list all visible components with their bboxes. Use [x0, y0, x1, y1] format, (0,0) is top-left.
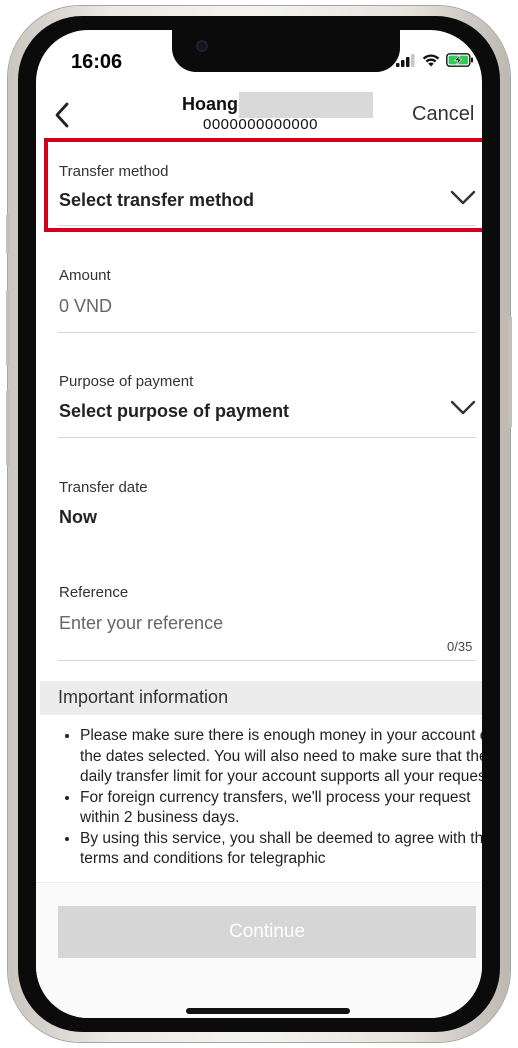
redacted-name-block [239, 92, 373, 118]
cancel-button[interactable]: Cancel [412, 103, 474, 126]
power-button [508, 316, 512, 428]
reference-label: Reference [59, 584, 129, 601]
purpose-label: Purpose of payment [59, 373, 194, 390]
volume-down-button [6, 390, 10, 466]
info-item: Please make sure there is enough money i… [80, 726, 482, 788]
amount-label: Amount [59, 267, 111, 284]
important-info-content[interactable]: Please make sure there is enough money i… [36, 720, 482, 880]
notch [172, 30, 400, 72]
volume-up-button [6, 290, 10, 366]
battery-charging-icon [446, 53, 473, 67]
chevron-down-icon [450, 400, 476, 415]
status-time: 16:06 [71, 51, 123, 73]
wifi-icon [422, 54, 440, 67]
reference-char-counter: 0/35 [447, 639, 473, 654]
phone-screen: 16:06 Hoang 0000000000000 Cancel Transfe… [36, 30, 482, 1018]
info-item: By using this service, you shall be deem… [80, 829, 482, 870]
transfer-date-label: Transfer date [59, 479, 148, 496]
scroll-fade [36, 868, 482, 882]
front-camera [196, 40, 208, 52]
purpose-of-payment-field[interactable]: Purpose of payment Select purpose of pay… [58, 360, 476, 438]
highlight-box [44, 138, 482, 232]
signal-icon [396, 53, 415, 67]
divider [58, 332, 476, 333]
back-arrow-icon[interactable] [50, 100, 76, 130]
purpose-value: Select purpose of payment [59, 401, 290, 421]
divider [58, 660, 476, 661]
continue-button[interactable]: Continue [58, 906, 476, 958]
important-info-title: Important information [58, 687, 229, 707]
important-info-list: Please make sure there is enough money i… [58, 726, 482, 870]
transfer-date-field[interactable]: Transfer date Now [58, 470, 476, 532]
home-indicator[interactable] [186, 1008, 350, 1014]
mute-switch [6, 214, 10, 254]
transfer-date-value: Now [59, 507, 97, 527]
reference-input[interactable]: Enter your reference [59, 613, 223, 634]
status-icons [396, 52, 474, 68]
recipient-name: Hoang [182, 94, 238, 114]
amount-input[interactable]: 0 VND [59, 296, 112, 317]
info-item: For foreign currency transfers, we'll pr… [80, 788, 482, 829]
divider [58, 437, 476, 438]
recipient-account-number: 0000000000000 [203, 116, 318, 133]
